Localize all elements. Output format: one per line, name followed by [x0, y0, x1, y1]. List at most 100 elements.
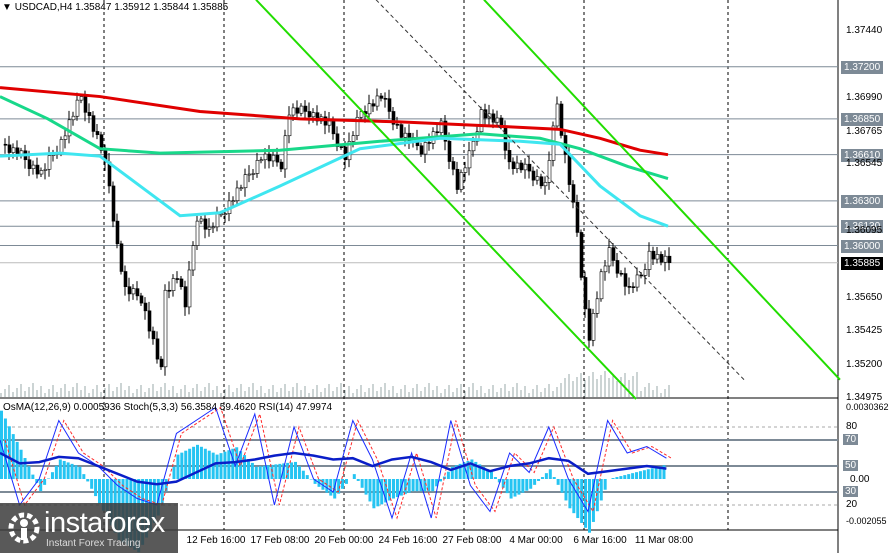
- osma-bar: [603, 479, 607, 490]
- osma-bar: [388, 479, 392, 501]
- logo-gear-icon: [8, 512, 40, 544]
- candle: [147, 310, 152, 332]
- candle: [495, 117, 500, 123]
- osma-bar: [395, 479, 399, 498]
- candle: [171, 278, 176, 291]
- candle: [503, 126, 508, 151]
- candle: [399, 124, 404, 138]
- osma-bar: [627, 474, 631, 479]
- candle: [175, 278, 180, 280]
- candle: [83, 96, 88, 113]
- osma-bar: [86, 479, 90, 482]
- time-label: 27 Feb 08:00: [442, 535, 502, 546]
- candle: [627, 286, 632, 288]
- osma-bar: [533, 479, 537, 485]
- time-label: 11 Mar 08:00: [634, 535, 694, 546]
- trend-line-dashed: [375, 0, 745, 381]
- candle: [303, 105, 308, 112]
- osma-bar: [258, 466, 262, 479]
- osma-bar: [301, 470, 305, 479]
- osma-bar: [654, 467, 658, 479]
- candle: [459, 172, 464, 190]
- osma-bar: [94, 479, 98, 497]
- osma-bar: [11, 434, 15, 479]
- osma-bar: [219, 453, 223, 479]
- candle: [519, 162, 524, 171]
- candle: [263, 153, 268, 161]
- osma-bar: [27, 466, 31, 479]
- osma-bar: [446, 471, 450, 479]
- low-price: 1.35844: [153, 2, 190, 13]
- current-price-tag: 1.35885: [841, 256, 884, 270]
- osma-bar: [184, 450, 188, 479]
- osma-bar: [564, 479, 568, 501]
- candle: [615, 260, 620, 274]
- osma-bar: [517, 479, 521, 495]
- candle: [483, 109, 488, 119]
- candle: [607, 247, 612, 267]
- candle: [267, 153, 272, 162]
- candle: [251, 173, 256, 175]
- osma-bar: [407, 479, 411, 493]
- candle: [599, 271, 604, 300]
- candle: [63, 135, 68, 140]
- price-tick-label: 1.36545: [846, 158, 883, 170]
- time-label: 4 Mar 00:00: [509, 535, 563, 546]
- candle: [371, 103, 376, 107]
- osma-bar: [356, 479, 360, 481]
- osma-bar: [411, 479, 415, 492]
- osma-bar: [352, 474, 356, 479]
- osma-bar: [521, 479, 525, 493]
- candle: [27, 159, 32, 169]
- candle: [95, 131, 100, 136]
- osma-bar: [66, 462, 70, 479]
- price-tick-label: 1.37440: [846, 25, 883, 36]
- logo-name: instaforex: [44, 507, 165, 539]
- osma-bar: [376, 479, 380, 507]
- osma-bar: [196, 444, 199, 479]
- osma-bar: [294, 461, 297, 479]
- high-price: 1.35912: [114, 2, 151, 13]
- candle: [159, 358, 164, 368]
- candle: [663, 255, 668, 263]
- osma-bar: [650, 468, 654, 479]
- osma-bar: [368, 479, 372, 502]
- candle: [419, 145, 424, 155]
- candle: [143, 302, 148, 312]
- candle: [311, 112, 316, 118]
- osma-bar: [415, 479, 419, 492]
- candle: [547, 160, 552, 183]
- candle: [191, 245, 196, 271]
- indicator-title: OsMA(12,26,9) 0.0005936 Stoch(5,3,3) 56.…: [3, 402, 333, 413]
- osma-bar: [82, 474, 86, 479]
- candle: [283, 135, 288, 170]
- indicator-level-label: 30: [843, 486, 859, 497]
- symbol-label: USDCAD,H4: [14, 2, 73, 13]
- osma-bar: [250, 462, 254, 479]
- osma-bar: [635, 472, 639, 479]
- candle: [571, 184, 576, 203]
- candle: [383, 98, 388, 100]
- candle: [655, 254, 660, 260]
- collapse-triangle-icon[interactable]: ▼: [2, 2, 12, 13]
- osma-bar: [431, 479, 435, 492]
- osma-bar: [544, 473, 548, 479]
- price-chart[interactable]: [0, 0, 889, 553]
- candle: [71, 115, 76, 121]
- osma-bar: [246, 458, 250, 479]
- osma-bar: [509, 479, 513, 499]
- candle: [463, 167, 468, 173]
- osma-bar: [403, 479, 407, 495]
- candle: [195, 220, 200, 246]
- osma-bar: [54, 465, 58, 479]
- osma-bar: [619, 476, 623, 479]
- osma-bar: [623, 475, 627, 479]
- indicator-level-label: 70: [843, 434, 859, 445]
- indicator-level-label: 80: [846, 421, 858, 432]
- osma-bar: [176, 454, 180, 479]
- osma-bar: [90, 479, 94, 489]
- candle: [151, 330, 156, 340]
- candle: [527, 163, 532, 172]
- candle: [351, 135, 356, 142]
- candle: [567, 154, 572, 185]
